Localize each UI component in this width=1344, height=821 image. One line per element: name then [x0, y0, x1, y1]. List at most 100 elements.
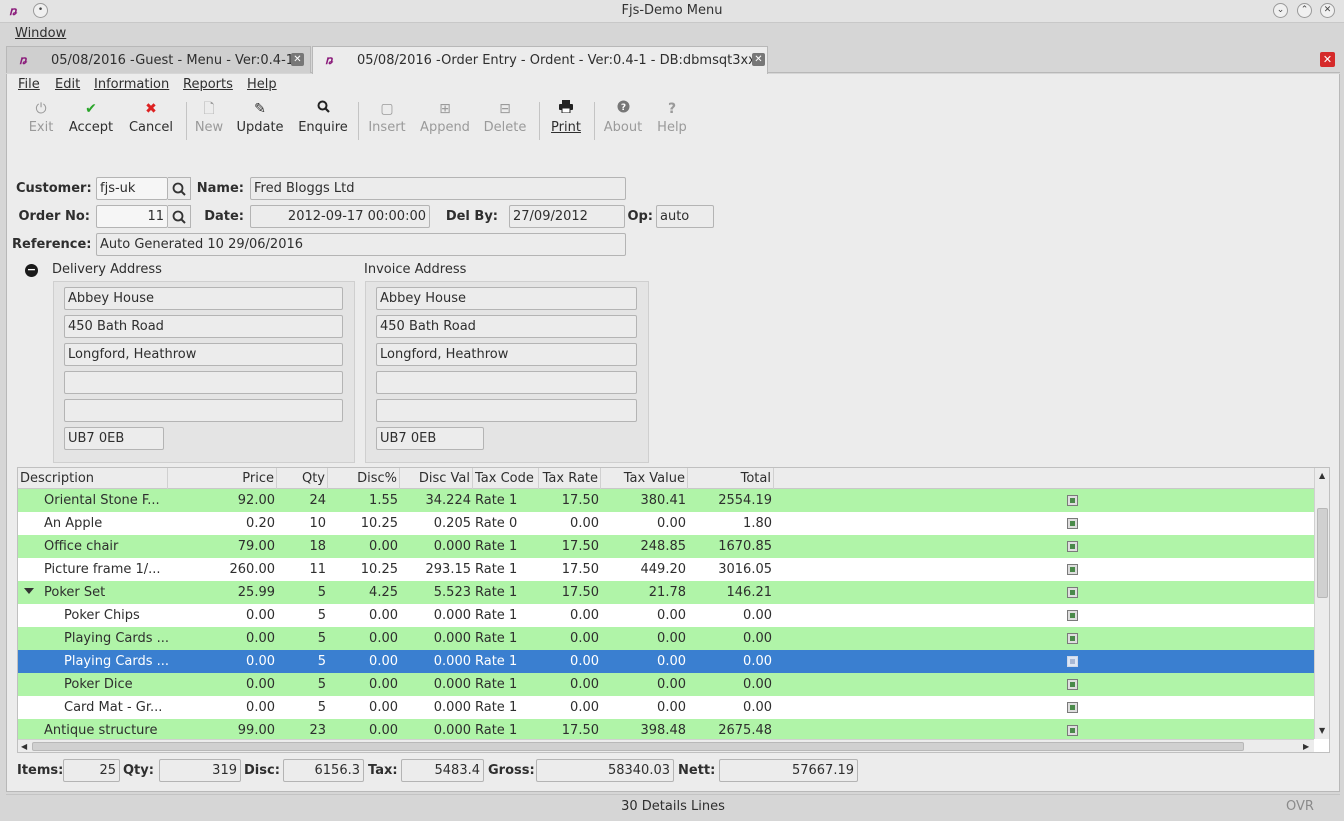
- close-tab-icon[interactable]: ✕: [752, 53, 765, 66]
- cell-total: 1670.85: [718, 539, 772, 554]
- customer-lookup-button[interactable]: [168, 177, 191, 200]
- enquire-button[interactable]: Enquire: [297, 98, 349, 144]
- tab-guest-menu[interactable]: ꬻ 05/08/2016 -Guest - Menu - Ver:0.4-1 ✕: [6, 46, 311, 73]
- scroll-right-icon[interactable]: ▶: [1303, 742, 1309, 752]
- grid-horizontal-scrollbar[interactable]: ◀ ▶: [18, 739, 1314, 752]
- row-checkbox[interactable]: [1067, 725, 1078, 736]
- scroll-left-icon[interactable]: ◀: [21, 742, 27, 752]
- table-row[interactable]: Playing Cards ... 0.00 5 0.00 0.000 Rate 1 0.0…: [18, 650, 1314, 673]
- maximize-button[interactable]: ⌃: [1297, 3, 1312, 18]
- invoice-line-2[interactable]: 450 Bath Road: [376, 315, 637, 338]
- col-header-total[interactable]: Total: [688, 468, 774, 489]
- invoice-line-1[interactable]: Abbey House: [376, 287, 637, 310]
- customer-field[interactable]: fjs-uk: [96, 177, 168, 200]
- cancel-button[interactable]: ✖ Cancel: [125, 98, 177, 144]
- cell-tax-rate: 17.50: [561, 562, 599, 577]
- toolbar-separator: [186, 102, 187, 140]
- insert-button[interactable]: ▢ Insert: [365, 98, 409, 144]
- name-field[interactable]: Fred Bloggs Ltd: [250, 177, 626, 200]
- col-header-disc-pct[interactable]: Disc%: [328, 468, 400, 489]
- scroll-thumb[interactable]: [1317, 508, 1328, 598]
- close-tab-icon[interactable]: ✕: [291, 53, 304, 66]
- expand-arrow-icon[interactable]: [24, 588, 34, 594]
- table-row[interactable]: Playing Cards ... 0.00 5 0.00 0.000 Rate 1 0.0…: [18, 627, 1314, 650]
- col-header-price[interactable]: Price: [168, 468, 277, 489]
- collapse-address-button[interactable]: −: [18, 261, 45, 280]
- order-no-field[interactable]: 11: [96, 205, 168, 228]
- order-lookup-button[interactable]: [168, 205, 191, 228]
- table-row[interactable]: Oriental Stone F... 92.00 24 1.55 34.224 Rate…: [18, 489, 1314, 512]
- col-header-description[interactable]: Description: [18, 468, 168, 489]
- table-row[interactable]: Poker Chips 0.00 5 0.00 0.000 Rate 1 0.00 0.00 0…: [18, 604, 1314, 627]
- date-field[interactable]: 2012-09-17 00:00:00: [250, 205, 430, 228]
- col-header-tax-value[interactable]: Tax Value: [601, 468, 688, 489]
- table-row[interactable]: Office chair 79.00 18 0.00 0.000 Rate 1 17.50 2…: [18, 535, 1314, 558]
- op-field[interactable]: auto: [656, 205, 714, 228]
- delivery-postcode[interactable]: UB7 0EB: [64, 427, 164, 450]
- delivery-line-5[interactable]: [64, 399, 343, 422]
- invoice-line-3[interactable]: Longford, Heathrow: [376, 343, 637, 366]
- append-button[interactable]: ⊞ Append: [417, 98, 473, 144]
- row-checkbox[interactable]: [1067, 610, 1078, 621]
- cell-tax-value: 449.20: [640, 562, 687, 577]
- col-header-qty[interactable]: Qty: [277, 468, 328, 489]
- menu-reports[interactable]: Reports: [183, 77, 233, 92]
- search-icon: [297, 98, 349, 120]
- row-checkbox[interactable]: [1067, 495, 1078, 506]
- table-row[interactable]: Poker Set 25.99 5 4.25 5.523 Rate 1 17.50 21.78…: [18, 581, 1314, 604]
- menu-information[interactable]: Information: [94, 77, 169, 92]
- table-row[interactable]: An Apple 0.20 10 10.25 0.205 Rate 0 0.00 0.00 1.…: [18, 512, 1314, 535]
- invoice-postcode[interactable]: UB7 0EB: [376, 427, 484, 450]
- menu-help[interactable]: Help: [247, 77, 277, 92]
- exit-button[interactable]: ⏻ Exit: [21, 98, 61, 144]
- row-checkbox[interactable]: [1067, 541, 1078, 552]
- cell-disc-val: 0.000: [433, 677, 471, 692]
- close-window-button[interactable]: ✕: [1320, 3, 1335, 18]
- row-checkbox[interactable]: [1067, 518, 1078, 529]
- cell-price: 0.00: [246, 700, 275, 715]
- tab-order-entry[interactable]: ꬻ 05/08/2016 -Order Entry - Ordent - Ver…: [312, 46, 768, 74]
- update-button[interactable]: ✎ Update: [235, 98, 285, 144]
- col-header-disc-val[interactable]: Disc Val: [400, 468, 473, 489]
- table-row[interactable]: Card Mat - Gr... 0.00 5 0.00 0.000 Rate 1 0.00…: [18, 696, 1314, 719]
- about-button[interactable]: ? About: [601, 98, 645, 144]
- help-button[interactable]: ? Help: [653, 98, 691, 144]
- items-total: 25: [63, 759, 120, 782]
- accept-button[interactable]: ✔ Accept: [65, 98, 117, 144]
- new-button[interactable]: 🗋 New: [191, 98, 227, 144]
- grid-vertical-scrollbar[interactable]: ▲ ▼: [1314, 468, 1329, 739]
- invoice-line-5[interactable]: [376, 399, 637, 422]
- close-program-icon[interactable]: ✕: [1320, 52, 1335, 67]
- row-checkbox[interactable]: [1067, 679, 1078, 690]
- delivery-line-3[interactable]: Longford, Heathrow: [64, 343, 343, 366]
- row-checkbox[interactable]: [1067, 564, 1078, 575]
- delivery-line-1[interactable]: Abbey House: [64, 287, 343, 310]
- delivery-line-2[interactable]: 450 Bath Road: [64, 315, 343, 338]
- scroll-thumb[interactable]: [32, 742, 1244, 751]
- row-checkbox[interactable]: [1067, 656, 1078, 667]
- row-checkbox[interactable]: [1067, 633, 1078, 644]
- table-row[interactable]: Picture frame 1/... 260.00 11 10.25 293.15 Ra…: [18, 558, 1314, 581]
- row-checkbox[interactable]: [1067, 702, 1078, 713]
- print-button[interactable]: Print: [545, 98, 587, 144]
- table-row[interactable]: Poker Dice 0.00 5 0.00 0.000 Rate 1 0.00 0.00 0.…: [18, 673, 1314, 696]
- menu-file[interactable]: File: [18, 77, 40, 92]
- scroll-up-icon[interactable]: ▲: [1319, 471, 1325, 481]
- delete-button[interactable]: ⊟ Delete: [480, 98, 530, 144]
- order-lines-grid[interactable]: Description Price Qty Disc% Disc Val Tax…: [17, 467, 1330, 753]
- cell-description: Card Mat - Gr...: [64, 700, 163, 715]
- delivery-line-4[interactable]: [64, 371, 343, 394]
- cell-total: 1.80: [743, 516, 772, 531]
- row-checkbox[interactable]: [1067, 587, 1078, 598]
- plus-square-icon: ⊞: [439, 101, 451, 117]
- reference-field[interactable]: Auto Generated 10 29/06/2016: [96, 233, 626, 256]
- col-header-tax-code[interactable]: Tax Code: [473, 468, 539, 489]
- col-header-tax-rate[interactable]: Tax Rate: [539, 468, 601, 489]
- cell-total: 146.21: [726, 585, 773, 600]
- menu-window[interactable]: Window: [15, 26, 66, 41]
- minimize-button[interactable]: ⌄: [1273, 3, 1288, 18]
- menu-edit[interactable]: Edit: [55, 77, 80, 92]
- scroll-down-icon[interactable]: ▼: [1319, 726, 1325, 736]
- invoice-line-4[interactable]: [376, 371, 637, 394]
- del-by-field[interactable]: 27/09/2012: [509, 205, 625, 228]
